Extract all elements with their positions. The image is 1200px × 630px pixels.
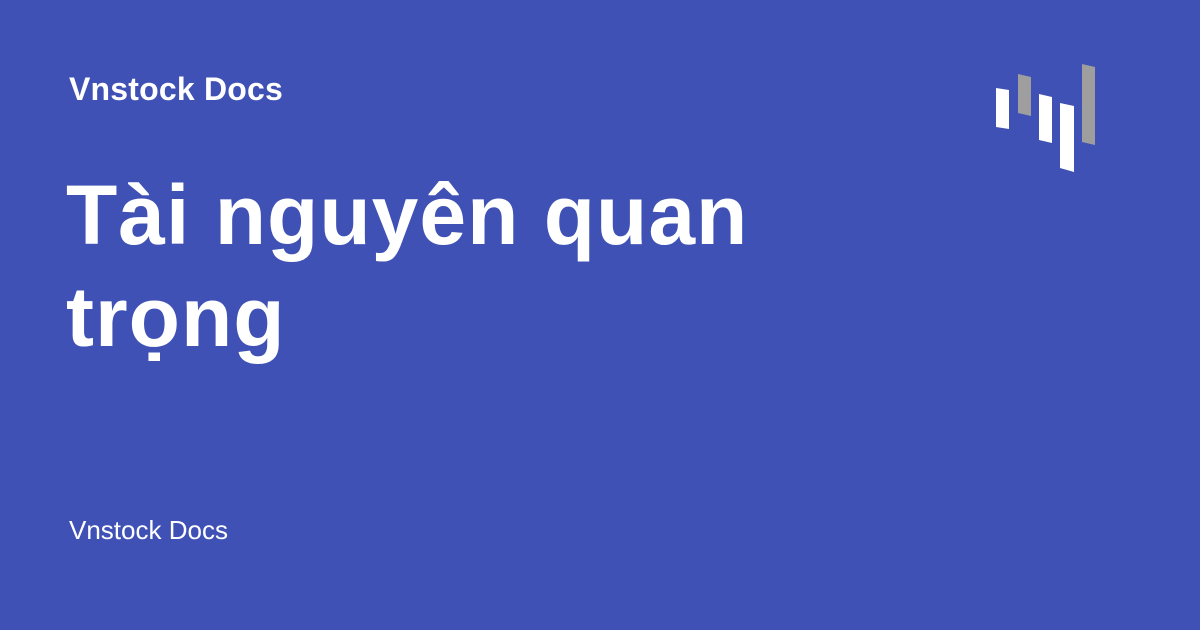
site-name-footer: Vnstock Docs — [69, 515, 228, 545]
site-name-header: Vnstock Docs — [69, 71, 284, 107]
logo-bar-4 — [1060, 103, 1074, 172]
logo-bar-1 — [996, 88, 1009, 129]
logo-bar-2 — [1018, 74, 1031, 116]
logo-bar-3 — [1039, 94, 1052, 143]
page-title: Tài nguyên quan trọng — [66, 168, 749, 364]
logo-bar-5 — [1082, 64, 1095, 145]
vnstock-bars-logo-icon — [996, 64, 1095, 172]
